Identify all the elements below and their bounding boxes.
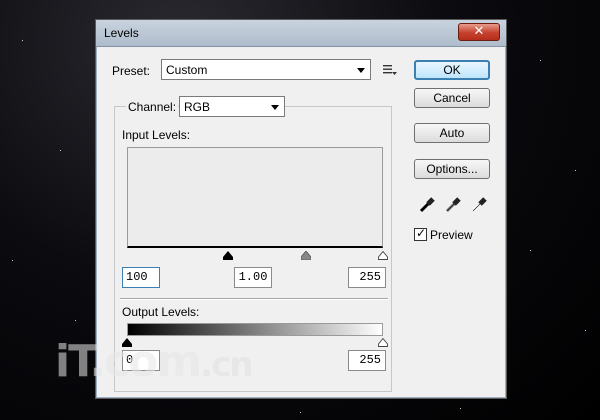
star [22, 40, 23, 41]
close-icon: ✕ [473, 24, 485, 39]
preset-value: Custom [166, 63, 208, 77]
preview-label[interactable]: Preview [430, 228, 473, 242]
watermark-text: iT.com [55, 336, 202, 387]
preset-label: Preset: [112, 64, 151, 78]
star [300, 412, 301, 413]
input-black-slider[interactable] [223, 251, 233, 260]
preview-checkbox[interactable]: ✓ [414, 226, 427, 241]
chevron-down-icon [271, 105, 279, 110]
white-point-eyedropper-icon[interactable] [470, 196, 488, 214]
desktop-background: Levels ✕ Preset: Custom OK Cancel Auto O… [0, 0, 600, 420]
ok-button[interactable]: OK [414, 60, 490, 80]
gray-point-eyedropper-icon[interactable] [444, 196, 462, 214]
output-white-slider[interactable] [378, 338, 388, 347]
input-gamma-slider[interactable] [301, 251, 311, 260]
input-black-field[interactable]: 100 [122, 267, 160, 288]
star [460, 408, 461, 409]
star [75, 320, 76, 321]
preset-select[interactable]: Custom [161, 59, 371, 80]
options-button[interactable]: Options... [414, 159, 490, 179]
output-levels-label: Output Levels: [122, 305, 200, 319]
input-white-field[interactable]: 255 [348, 267, 386, 288]
star [585, 330, 586, 331]
cancel-button[interactable]: Cancel [414, 88, 490, 108]
channel-value: RGB [184, 100, 211, 114]
divider [120, 298, 388, 300]
title-bar[interactable]: Levels ✕ [96, 20, 506, 47]
histogram [127, 147, 383, 248]
star [12, 260, 13, 261]
chevron-down-icon [357, 68, 365, 73]
black-point-eyedropper-icon[interactable] [418, 196, 436, 214]
input-levels-label: Input Levels: [122, 128, 191, 142]
channel-label: Channel: [126, 100, 179, 114]
channel-select[interactable]: RGB [179, 96, 285, 117]
input-white-slider[interactable] [378, 251, 388, 260]
input-gamma-field[interactable]: 1.00 [234, 267, 272, 288]
watermark-suffix: .cn [200, 345, 253, 385]
close-button[interactable]: ✕ [458, 23, 500, 41]
checkmark-icon: ✓ [416, 226, 427, 240]
output-gradient-bar [127, 323, 383, 336]
star [575, 170, 576, 171]
star [60, 150, 61, 151]
dialog-title: Levels [104, 26, 139, 40]
star [530, 250, 531, 251]
auto-button[interactable]: Auto [414, 123, 490, 143]
watermark-logo: iT.com.cn [55, 340, 254, 385]
star [540, 60, 541, 61]
preset-options-icon[interactable] [383, 64, 397, 76]
output-white-field[interactable]: 255 [348, 350, 386, 371]
